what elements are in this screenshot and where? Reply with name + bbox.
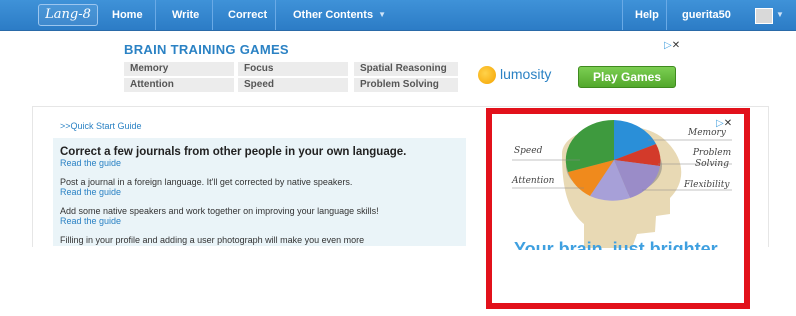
ad-title[interactable]: BRAIN TRAINING GAMES [124, 42, 289, 57]
nav-write-link[interactable]: Write [172, 0, 199, 30]
lumosity-brand-text[interactable]: lumosity [500, 66, 551, 82]
nav-other-contents-label: Other Contents [293, 9, 374, 21]
nav-separator [155, 0, 156, 30]
site-logo[interactable]: Lang-8 [38, 4, 98, 26]
top-nav-bar: Lang-8 Home Write Correct Other Contents… [0, 0, 796, 31]
ad-skill-memory: Memory [124, 62, 234, 76]
nav-separator [275, 0, 276, 30]
read-the-guide-link[interactable]: Read the guide [60, 158, 121, 168]
nav-separator [212, 0, 213, 30]
nav-correct-link[interactable]: Correct [228, 0, 267, 30]
guide-step-text: Filling in your profile and adding a use… [60, 235, 365, 245]
chevron-down-icon: ▼ [378, 10, 386, 19]
guide-step-text: Post a journal in a foreign language. It… [60, 177, 353, 187]
user-menu-chevron-icon[interactable]: ▼ [776, 0, 784, 30]
lumosity-logo-icon [478, 66, 496, 84]
quick-start-guide-link[interactable]: >>Quick Start Guide [60, 121, 142, 131]
nav-separator [666, 0, 667, 30]
play-games-button[interactable]: Play Games [578, 66, 676, 88]
ad-choices-icon: ▷ [664, 40, 672, 51]
close-icon: ✕ [671, 40, 681, 51]
guide-headline: Correct a few journals from other people… [60, 146, 407, 158]
nav-help-link[interactable]: Help [635, 0, 659, 30]
nav-other-contents-menu[interactable]: Other Contents ▼ [293, 0, 386, 30]
ad-choices-close[interactable]: ▷✕ [664, 40, 680, 51]
nav-home-link[interactable]: Home [112, 0, 143, 30]
nav-username-link[interactable]: guerita50 [682, 0, 731, 30]
highlight-frame [486, 108, 750, 309]
read-the-guide-link[interactable]: Read the guide [60, 216, 121, 226]
user-avatar[interactable] [755, 8, 773, 24]
read-the-guide-link[interactable]: Read the guide [60, 187, 121, 197]
nav-separator [622, 0, 623, 30]
guide-step-text: Add some native speakers and work togeth… [60, 206, 379, 216]
ad-skill-speed: Speed [238, 78, 348, 92]
ad-skill-spatial-reasoning: Spatial Reasoning [354, 62, 458, 76]
ad-skill-focus: Focus [238, 62, 348, 76]
ad-skill-problem-solving: Problem Solving [354, 78, 458, 92]
ad-skill-attention: Attention [124, 78, 234, 92]
